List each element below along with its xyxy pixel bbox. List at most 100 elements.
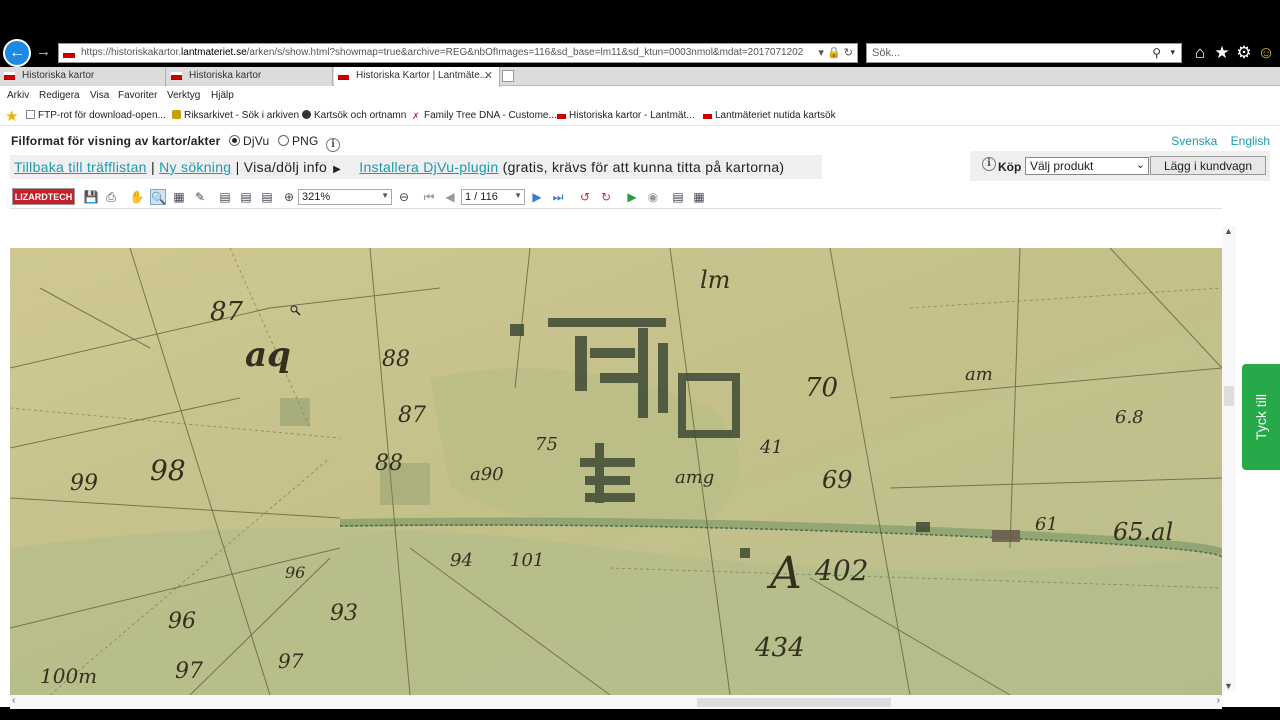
expand-triangle-icon[interactable]: ▶ — [333, 164, 341, 175]
favorite-riksarkivet[interactable]: Riksarkivet - Sök i arkiven — [172, 110, 299, 121]
product-select[interactable]: Välj produkt ⌄ — [1025, 157, 1149, 175]
map-label: 96 — [285, 563, 305, 582]
tab-historiska-kartor-1[interactable]: Historiska kartor — [0, 67, 166, 86]
favorite-label: FTP-rot för download-open... — [38, 110, 166, 121]
horizontal-scrollbar[interactable]: ‹ › — [10, 695, 1222, 709]
feedback-tab-button[interactable]: Tyck till — [1242, 364, 1280, 470]
pan-hand-icon[interactable]: ✋ — [129, 189, 145, 205]
favorites-star-icon[interactable]: ★ — [1213, 44, 1231, 62]
refresh-icon[interactable]: ↻ — [844, 47, 853, 59]
go-forward-icon[interactable]: ▶ — [624, 189, 640, 205]
zoom-out-icon[interactable]: ⊖ — [396, 189, 412, 205]
menu-favoriter[interactable]: Favoriter — [118, 90, 157, 101]
buy-info-icon[interactable]: i — [982, 157, 996, 171]
zoom-select[interactable]: 321% ▼ — [298, 189, 392, 205]
next-page-icon[interactable]: ▶ — [529, 189, 545, 205]
historical-map-view[interactable]: 87 aq 88 87 88 98 99 97 93 96 96 97 94 1… — [10, 248, 1222, 695]
scroll-left-icon[interactable]: ‹ — [12, 695, 15, 706]
menu-redigera[interactable]: Redigera — [39, 90, 80, 101]
map-label: 402 — [814, 554, 868, 587]
new-search-link[interactable]: Ny sökning — [159, 159, 231, 175]
buy-label: Köp — [998, 160, 1022, 174]
info-icon[interactable]: i — [326, 138, 341, 152]
actual-size-icon[interactable]: ▤ — [259, 189, 275, 205]
map-label: 70 — [805, 373, 838, 403]
zoom-tool-icon[interactable]: 🔍 — [150, 189, 166, 205]
screen: ← → https://historiskakartor.lantmaterie… — [0, 0, 1280, 720]
help-icon[interactable]: ▦ — [691, 189, 707, 205]
favorite-historiska-kartor[interactable]: Historiska kartor - Lantmät... — [557, 110, 695, 121]
scroll-down-icon[interactable]: ▼ — [1224, 681, 1233, 691]
riksarkivet-icon — [172, 110, 181, 119]
scroll-thumb[interactable] — [697, 698, 891, 707]
menu-arkiv[interactable]: Arkiv — [7, 90, 29, 101]
settings-gear-icon[interactable]: ⚙ — [1235, 44, 1253, 62]
close-tab-icon[interactable]: ✕ — [484, 69, 493, 82]
tab-lantmateriet-active[interactable]: Historiska Kartor | Lantmäte... ✕ — [334, 67, 500, 87]
save-icon[interactable]: 💾 — [83, 189, 99, 205]
forward-button[interactable]: → — [36, 43, 51, 60]
map-label: 6.8 — [1115, 407, 1144, 428]
tab-favicon-icon — [171, 72, 182, 80]
dropdown-icon[interactable]: ▾ — [818, 47, 824, 59]
menu-visa[interactable]: Visa — [90, 90, 109, 101]
scroll-right-icon[interactable]: › — [1217, 695, 1220, 706]
menu-hjalp[interactable]: Hjälp — [211, 90, 234, 101]
lizardtech-logo[interactable]: LIZARDTECH — [12, 188, 75, 205]
back-to-results-link[interactable]: Tillbaka till träfflistan — [14, 159, 147, 175]
favorite-ftp[interactable]: FTP-rot för download-open... — [26, 110, 166, 121]
fit-page-icon[interactable]: ▤ — [217, 189, 233, 205]
result-nav-bar: Tillbaka till träfflistan | Ny sökning |… — [10, 155, 822, 179]
back-button[interactable]: ← — [3, 39, 31, 67]
lock-icon[interactable]: 🔒 — [827, 47, 841, 59]
toggle-info-link[interactable]: Visa/dölj info — [244, 159, 327, 175]
favorite-family-tree-dna[interactable]: ✗ Family Tree DNA - Custome... — [412, 110, 557, 121]
last-page-icon[interactable]: ⏭ — [550, 189, 566, 205]
prev-page-icon[interactable]: ◀ — [442, 189, 458, 205]
address-bar[interactable]: https://historiskakartor.lantmateriet.se… — [58, 43, 858, 63]
search-icon[interactable]: ⚲ — [1152, 46, 1161, 60]
map-label: 434 — [754, 633, 805, 663]
map-label: 97 — [278, 649, 304, 673]
search-input[interactable]: Sök... ⚲ ▾ — [866, 43, 1182, 63]
address-tools: ▾ 🔒 ↻ — [818, 46, 853, 59]
tab-historiska-kartor-2[interactable]: Historiska kartor — [167, 67, 333, 86]
zoom-in-icon[interactable]: ⊕ — [281, 189, 297, 205]
zoom-rect-icon[interactable]: ▦ — [171, 189, 187, 205]
menu-verktyg[interactable]: Verktyg — [167, 90, 200, 101]
dna-icon: ✗ — [412, 111, 420, 121]
home-icon[interactable]: ⌂ — [1191, 44, 1209, 62]
fit-width-icon[interactable]: ▤ — [238, 189, 254, 205]
select-text-icon[interactable]: ✎ — [192, 189, 208, 205]
favorite-label: Kartsök och ortnamn — [314, 110, 407, 121]
site-favicon-icon — [63, 50, 75, 58]
smiley-feedback-icon[interactable]: ☺ — [1257, 44, 1275, 62]
text-search-icon[interactable]: ▤ — [670, 189, 686, 205]
page-select[interactable]: 1 / 116 ▼ — [461, 189, 525, 205]
search-dropdown-icon[interactable]: ▾ — [1170, 47, 1175, 58]
vertical-scrollbar[interactable]: ▲ ▼ — [1222, 226, 1236, 691]
install-note: (gratis, krävs för att kunna titta på ka… — [502, 159, 785, 175]
favorite-lantmateriet-nutida[interactable]: Lantmäteriet nutida kartsök — [703, 110, 836, 121]
png-radio[interactable] — [277, 135, 289, 146]
stop-icon[interactable]: ◉ — [645, 189, 661, 205]
add-favorite-star-icon[interactable]: ★ — [5, 107, 18, 125]
lang-english-link[interactable]: English — [1231, 134, 1270, 148]
rotate-right-icon[interactable]: ↻ — [598, 189, 614, 205]
map-label: 87 — [210, 297, 244, 327]
rotate-left-icon[interactable]: ↺ — [577, 189, 593, 205]
tab-favicon-icon — [4, 72, 15, 80]
print-icon[interactable]: ⎙ — [103, 189, 119, 205]
lang-svenska-link[interactable]: Svenska — [1171, 134, 1217, 148]
scroll-up-icon[interactable]: ▲ — [1224, 226, 1233, 236]
format-label: Filformat för visning av kartor/akter — [11, 134, 221, 148]
new-tab-button[interactable] — [502, 70, 514, 82]
map-label: 97 — [175, 659, 203, 684]
favorite-kartsok[interactable]: Kartsök och ortnamn — [302, 110, 406, 121]
add-to-cart-button[interactable]: Lägg i kundvagn — [1150, 156, 1266, 175]
flag-icon — [703, 111, 712, 119]
scroll-thumb[interactable] — [1224, 386, 1234, 406]
install-djvu-link[interactable]: Installera DjVu-plugin — [359, 159, 498, 175]
first-page-icon[interactable]: ⏮ — [421, 189, 437, 205]
djvu-radio[interactable] — [229, 135, 241, 146]
